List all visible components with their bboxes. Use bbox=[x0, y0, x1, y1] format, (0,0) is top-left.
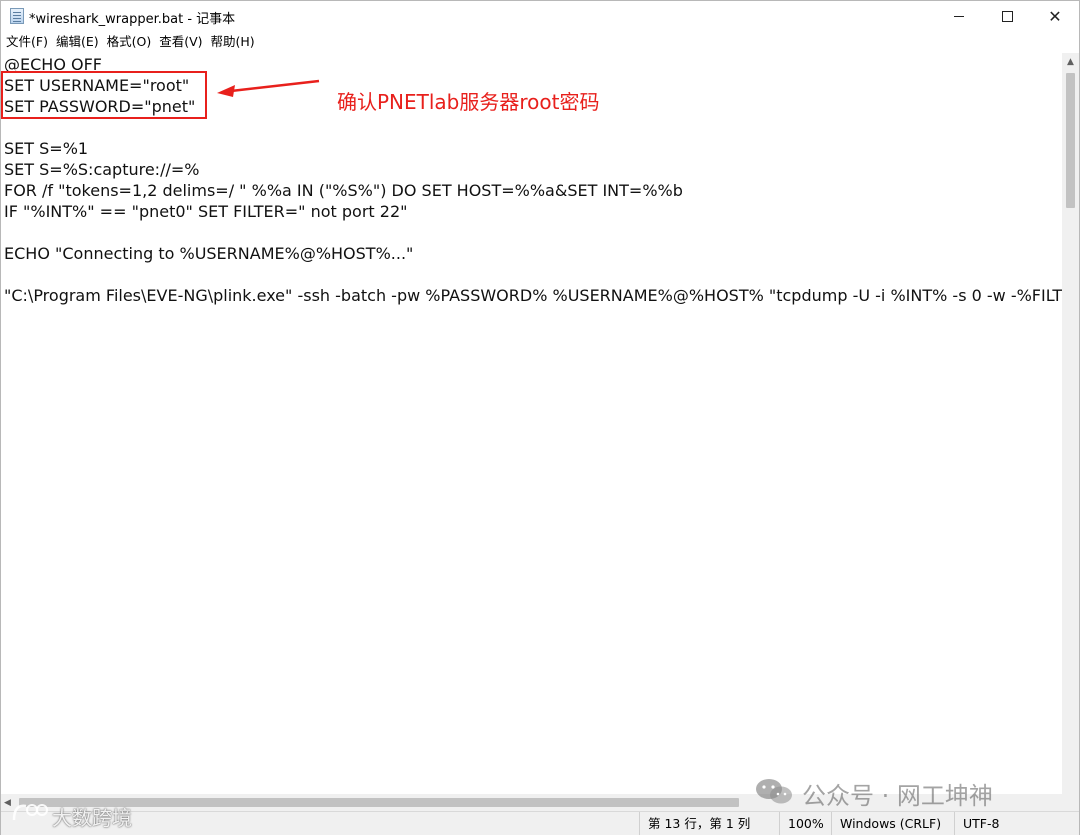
wechat-icon bbox=[756, 779, 792, 804]
menu-view[interactable]: 查看(V) bbox=[155, 32, 206, 53]
annotation-text: 确认PNETlab服务器root密码 bbox=[337, 90, 600, 114]
code-line-7: FOR /f "tokens=1,2 delims=/ " %%a IN ("%… bbox=[4, 181, 683, 200]
zoom-level: 100% bbox=[779, 812, 838, 835]
watermark-logo-icon bbox=[12, 804, 48, 821]
scroll-up-icon[interactable]: ▲ bbox=[1062, 53, 1079, 70]
notepad-window: *wireshark_wrapper.bat - 记事本 ✕ 文件(F) 编辑(… bbox=[0, 0, 1080, 835]
code-line-6: SET S=%S:capture://=% bbox=[4, 160, 200, 179]
minimize-button[interactable] bbox=[936, 1, 982, 32]
close-icon: ✕ bbox=[1048, 6, 1062, 26]
menu-help[interactable]: 帮助(H) bbox=[207, 32, 259, 53]
close-button[interactable]: ✕ bbox=[1032, 1, 1078, 32]
text-editor[interactable]: @ECHO OFF SET USERNAME="root" SET PASSWO… bbox=[1, 53, 1062, 794]
code-line-5: SET S=%1 bbox=[4, 139, 89, 158]
vertical-scrollbar[interactable]: ▲ bbox=[1062, 53, 1079, 794]
code-line-12: "C:\Program Files\EVE-NG\plink.exe" -ssh… bbox=[4, 286, 1062, 305]
encoding: UTF-8 bbox=[954, 812, 1073, 835]
window-title: *wireshark_wrapper.bat - 记事本 bbox=[29, 12, 236, 27]
menu-bar: 文件(F) 编辑(E) 格式(O) 查看(V) 帮助(H) bbox=[1, 32, 259, 53]
code-line-8: IF "%INT%" == "pnet0" SET FILTER=" not p… bbox=[4, 202, 408, 221]
watermark-wechat-account: 公众号 · 网工坤神 bbox=[802, 782, 993, 810]
title-bar[interactable]: *wireshark_wrapper.bat - 记事本 ✕ bbox=[1, 1, 1079, 32]
maximize-button[interactable] bbox=[984, 1, 1030, 32]
menu-edit[interactable]: 编辑(E) bbox=[52, 32, 103, 53]
code-line-10: ECHO "Connecting to %USERNAME%@%HOST%...… bbox=[4, 244, 414, 263]
minimize-icon bbox=[954, 16, 964, 17]
notepad-icon bbox=[10, 8, 24, 24]
maximize-icon bbox=[1001, 11, 1013, 22]
scrollbar-corner bbox=[1062, 794, 1079, 811]
annotation-highlight-box bbox=[1, 71, 207, 119]
menu-file[interactable]: 文件(F) bbox=[1, 32, 52, 53]
status-bar: 第 13 行，第 1 列 100% Windows (CRLF) UTF-8 bbox=[1, 811, 1079, 835]
cursor-position: 第 13 行，第 1 列 bbox=[639, 812, 780, 835]
menu-format[interactable]: 格式(O) bbox=[103, 32, 156, 53]
vertical-scroll-thumb[interactable] bbox=[1066, 73, 1075, 208]
annotation-arrow-icon bbox=[217, 79, 320, 97]
watermark-brand: 大数跨境 bbox=[52, 806, 132, 830]
line-ending: Windows (CRLF) bbox=[831, 812, 956, 835]
